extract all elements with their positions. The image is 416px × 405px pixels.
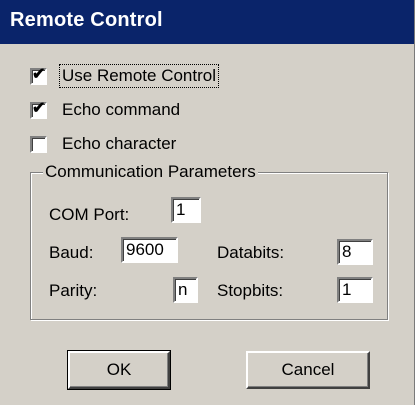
echo-character-label[interactable]: Echo character: [60, 133, 178, 155]
parity-label: Parity:: [49, 281, 98, 300]
databits-label: Databits:: [217, 243, 285, 262]
echo-character-checkbox[interactable]: [30, 135, 47, 153]
checkmark-icon: ✔: [32, 65, 46, 83]
use-remote-control-checkbox[interactable]: ✔: [30, 65, 47, 85]
dialog-title: Remote Control: [10, 9, 163, 31]
remote-control-dialog: Remote Control ✔ Use Remote Control ✔ Ec…: [0, 0, 416, 405]
echo-command-checkbox[interactable]: ✔: [30, 99, 47, 119]
stopbits-input[interactable]: 1: [337, 277, 373, 303]
echo-command-option[interactable]: ✔ Echo command: [30, 97, 182, 123]
title-bar[interactable]: Remote Control: [0, 0, 414, 44]
use-remote-control-label[interactable]: Use Remote Control: [58, 64, 220, 88]
echo-character-option[interactable]: Echo character: [30, 131, 178, 157]
group-title: Communication Parameters: [43, 161, 258, 183]
com-port-input[interactable]: 1: [171, 197, 201, 223]
communication-parameters-group: Communication Parameters COM Port: 1 Bau…: [30, 161, 388, 320]
baud-input[interactable]: 9600: [121, 237, 178, 263]
checkmark-icon: ✔: [32, 99, 46, 117]
com-port-label: COM Port:: [49, 205, 130, 224]
baud-label: Baud:: [49, 243, 94, 262]
ok-button[interactable]: OK: [67, 350, 171, 390]
echo-command-label[interactable]: Echo command: [60, 99, 182, 121]
parity-input[interactable]: n: [173, 277, 198, 303]
databits-input[interactable]: 8: [337, 239, 373, 265]
stopbits-label: Stopbits:: [217, 281, 284, 300]
use-remote-control-option[interactable]: ✔ Use Remote Control: [30, 63, 220, 89]
cancel-button[interactable]: Cancel: [246, 351, 370, 389]
